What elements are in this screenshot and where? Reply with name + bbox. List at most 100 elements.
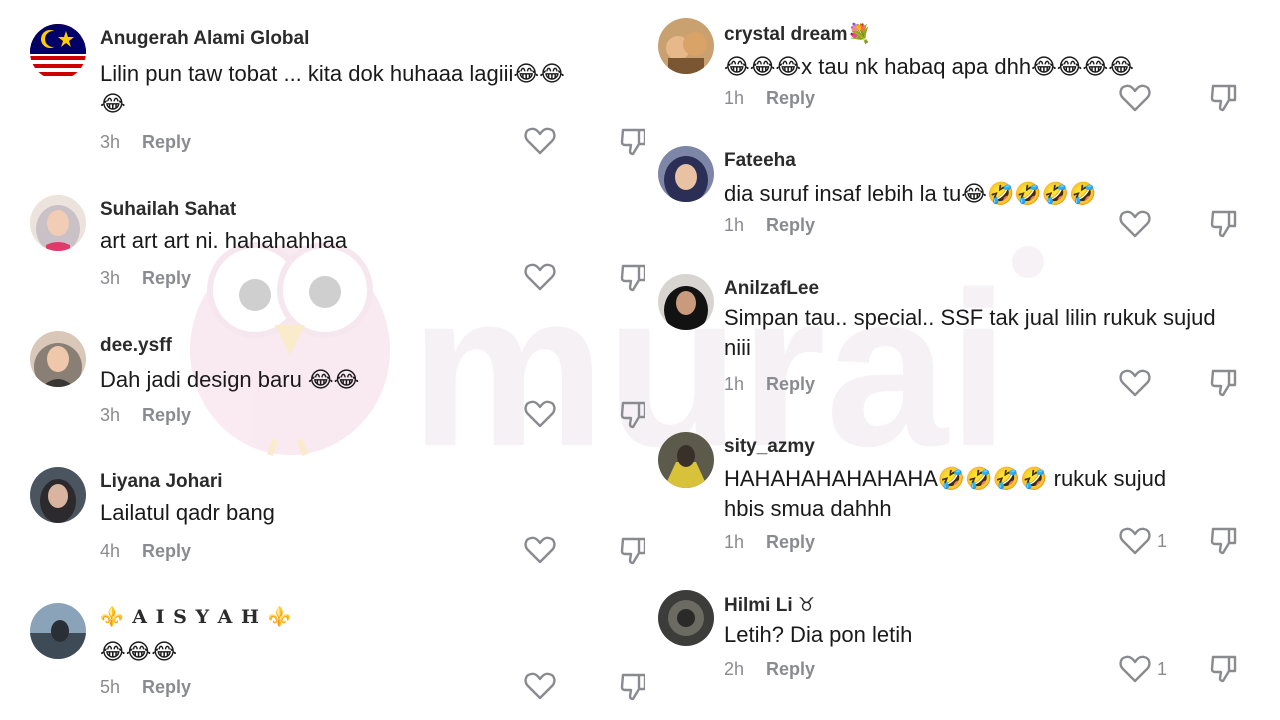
like-button[interactable]	[1119, 83, 1151, 113]
comment-meta: 4h Reply	[100, 541, 191, 562]
reply-button[interactable]: Reply	[766, 88, 815, 108]
comment-text-line: 😂	[100, 91, 126, 116]
username[interactable]: Liyana Johari	[100, 471, 223, 493]
like-button[interactable]: 1	[1119, 526, 1167, 556]
like-button[interactable]	[524, 671, 556, 701]
profile-photo-icon	[30, 331, 86, 387]
avatar[interactable]	[30, 331, 86, 387]
dislike-button[interactable]	[620, 400, 645, 435]
malaysia-flag-avatar-icon	[30, 24, 86, 80]
comment-text-line: hbis smua dahhh	[724, 496, 892, 521]
comment-meta: 1h Reply	[724, 88, 815, 109]
comment-text: HAHAHAHAHAHAHA🤣🤣🤣🤣 rukuk sujud hbis smua…	[724, 464, 1264, 524]
timestamp: 3h	[100, 405, 121, 425]
comment-text: dia suruf insaf lebih la tu😂🤣🤣🤣🤣	[724, 181, 1097, 206]
username[interactable]: ⚜️ A I S Y A H ⚜️	[100, 605, 292, 628]
like-count: 1	[1157, 530, 1168, 551]
thumbs-down-icon	[620, 673, 645, 701]
like-button[interactable]	[524, 262, 556, 292]
profile-photo-icon	[658, 18, 714, 74]
comment-text: 😂😂😂	[100, 639, 178, 664]
comment-meta: 5h Reply	[100, 677, 191, 698]
reply-button[interactable]: Reply	[766, 374, 815, 394]
dislike-button[interactable]	[620, 672, 645, 707]
dislike-button[interactable]	[1210, 654, 1238, 689]
reply-button[interactable]: Reply	[766, 532, 815, 552]
profile-photo-icon	[658, 146, 714, 202]
heart-icon	[524, 263, 556, 291]
comment-item: sity_azmy HAHAHAHAHAHAHA🤣🤣🤣🤣 rukuk sujud…	[645, 414, 1280, 574]
avatar[interactable]	[658, 274, 714, 330]
dislike-button[interactable]	[620, 127, 645, 162]
username[interactable]: crystal dream💐	[724, 22, 871, 46]
comment-item: ⚜️ A I S Y A H ⚜️ 😂😂😂 5h Reply	[0, 588, 645, 720]
comment-text-line: Lilin pun taw tobat ... kita dok huhaaa …	[100, 61, 565, 86]
reply-button[interactable]: Reply	[142, 405, 191, 425]
comment-item: AnilzafLee Simpan tau.. special.. SSF ta…	[645, 254, 1280, 414]
username[interactable]: sity_azmy	[724, 436, 815, 458]
username[interactable]: AnilzafLee	[724, 278, 819, 300]
heart-icon	[1119, 210, 1151, 238]
comment-item: Suhailah Sahat art art art ni. hahahahha…	[0, 180, 645, 316]
comment-text-line: niii	[724, 335, 751, 360]
comment-text: Simpan tau.. special.. SSF tak jual lili…	[724, 303, 1264, 363]
avatar[interactable]	[30, 195, 86, 251]
reply-button[interactable]: Reply	[766, 215, 815, 235]
avatar[interactable]	[30, 603, 86, 659]
reply-button[interactable]: Reply	[142, 677, 191, 697]
timestamp: 1h	[724, 88, 745, 108]
like-button[interactable]	[1119, 368, 1151, 398]
thumbs-down-icon	[1210, 655, 1237, 683]
thumbs-down-icon	[620, 401, 645, 429]
heart-icon	[1119, 369, 1151, 397]
timestamp: 5h	[100, 677, 121, 697]
comment-text-line: HAHAHAHAHAHAHA🤣🤣🤣🤣 rukuk sujud	[724, 466, 1167, 491]
timestamp: 1h	[724, 374, 745, 394]
profile-photo-icon	[30, 195, 86, 251]
profile-photo-icon	[658, 432, 714, 488]
username[interactable]: Hilmi Li ♉	[724, 594, 815, 617]
comment-text: art art art ni. hahahahhaa	[100, 228, 348, 253]
comment-meta: 1h Reply	[724, 374, 815, 395]
profile-photo-icon	[658, 590, 714, 646]
reply-button[interactable]: Reply	[142, 541, 191, 561]
timestamp: 2h	[724, 659, 745, 679]
dislike-button[interactable]	[620, 536, 645, 571]
comment-item: crystal dream💐 😂😂😂x tau nk habaq apa dhh…	[645, 0, 1280, 126]
comment-meta: 1h Reply	[724, 215, 815, 236]
comment-item: Liyana Johari Lailatul qadr bang 4h Reply	[0, 452, 645, 588]
avatar[interactable]	[658, 146, 714, 202]
dislike-button[interactable]	[1210, 526, 1238, 561]
reply-button[interactable]: Reply	[766, 659, 815, 679]
avatar[interactable]	[658, 432, 714, 488]
comment-meta: 1h Reply	[724, 532, 815, 553]
profile-photo-icon	[30, 467, 86, 523]
avatar[interactable]	[30, 24, 86, 80]
username[interactable]: Suhailah Sahat	[100, 199, 236, 221]
avatar[interactable]	[658, 18, 714, 74]
avatar[interactable]	[30, 467, 86, 523]
username[interactable]: dee.ysff	[100, 335, 172, 357]
thumbs-down-icon	[620, 264, 645, 292]
like-button[interactable]	[524, 126, 556, 156]
dislike-button[interactable]	[620, 263, 645, 298]
dislike-button[interactable]	[1210, 368, 1238, 403]
timestamp: 1h	[724, 532, 745, 552]
reply-button[interactable]: Reply	[142, 132, 191, 152]
dislike-button[interactable]	[1210, 83, 1238, 118]
like-button[interactable]	[1119, 209, 1151, 239]
thumbs-down-icon	[1210, 84, 1237, 112]
dislike-button[interactable]	[1210, 209, 1238, 244]
like-button[interactable]	[524, 399, 556, 429]
comment-text-line: Simpan tau.. special.. SSF tak jual lili…	[724, 305, 1216, 330]
comment-text: Letih? Dia pon letih	[724, 622, 913, 647]
reply-button[interactable]: Reply	[142, 268, 191, 288]
thumbs-down-icon	[1210, 369, 1237, 397]
username[interactable]: Fateeha	[724, 150, 796, 172]
like-button[interactable]: 1	[1119, 654, 1167, 684]
comment-text: 😂😂😂x tau nk habaq apa dhh😂😂😂😂	[724, 54, 1134, 79]
username[interactable]: Anugerah Alami Global	[100, 28, 309, 50]
comment-item: Fateeha dia suruf insaf lebih la tu😂🤣🤣🤣🤣…	[645, 126, 1280, 254]
like-button[interactable]	[524, 535, 556, 565]
avatar[interactable]	[658, 590, 714, 646]
